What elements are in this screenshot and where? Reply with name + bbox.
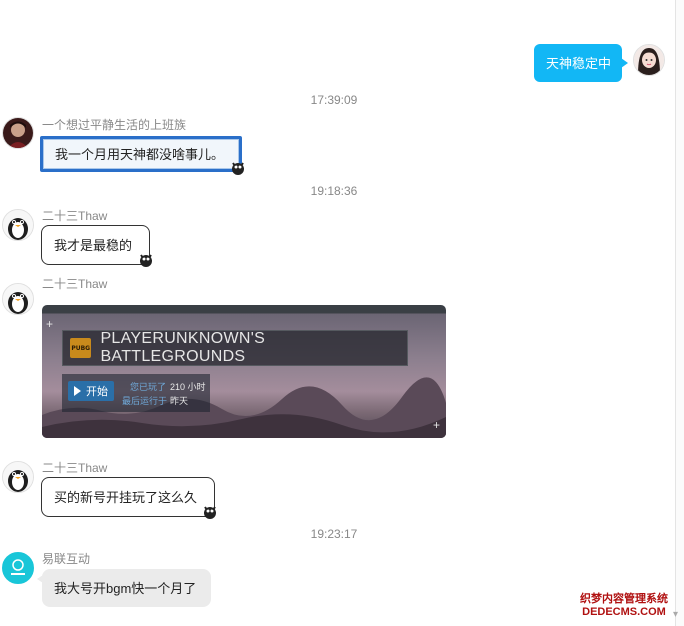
last-run-value: 昨天 (170, 396, 189, 406)
sender-avatar[interactable] (2, 283, 34, 315)
expand-icon[interactable]: + (46, 317, 53, 331)
play-button-label: 开始 (86, 386, 108, 398)
play-button[interactable]: 开始 (68, 381, 114, 401)
watermark-line2: DEDECMS.COM (582, 606, 666, 618)
timestamp: 19:18:36 (310, 184, 358, 198)
sender-nickname: 易联互动 (42, 552, 91, 566)
mascot-icon (138, 250, 154, 268)
penguin-avatar-image (3, 210, 33, 240)
self-avatar[interactable] (633, 44, 665, 76)
played-value: 210 小时 (170, 382, 206, 392)
penguin-avatar-image (3, 462, 33, 492)
brand-avatar-image (3, 553, 33, 583)
sender-avatar[interactable] (2, 117, 34, 149)
message-bubble: 我才是最稳的 (41, 225, 150, 265)
mascot-icon (230, 158, 246, 176)
message-text: 我大号开bgm快一个月了 (54, 580, 197, 596)
game-status-panel: 开始 您已玩了 210 小时 最后运行于 昨天 (62, 374, 210, 412)
game-card-image[interactable]: + + PUBG PLAYERUNKNOWN'S BATTLEGROUNDS 开… (42, 305, 446, 438)
message-bubble: 买的新号开挂玩了这么久 (41, 477, 215, 517)
sender-nickname: 二十三Thaw (42, 461, 108, 475)
sender-avatar[interactable] (2, 552, 34, 584)
sender-nickname: 一个想过平静生活的上班族 (42, 118, 187, 132)
message-bubble: 我大号开bgm快一个月了 (37, 569, 211, 607)
sender-avatar[interactable] (2, 461, 34, 493)
self-avatar-image (634, 45, 664, 75)
watermark: 织梦内容管理系统 DEDECMS.COM (574, 593, 674, 621)
pubg-logo: PUBG (70, 338, 92, 358)
message-bubble: 我一个月用天神都没啥事儿。 (40, 136, 242, 172)
message-text: 我一个月用天神都没啥事儿。 (55, 146, 225, 162)
timestamp: 19:23:17 (310, 527, 358, 541)
penguin-avatar-image (3, 284, 33, 314)
self-message-bubble: 天神稳定中 (534, 44, 628, 82)
play-icon (74, 386, 81, 396)
watermark-line1: 织梦内容管理系统 (580, 593, 668, 605)
expand-icon[interactable]: + (433, 418, 440, 432)
timestamp: 17:39:09 (310, 93, 358, 107)
sender-avatar-image (3, 118, 33, 148)
self-message-text: 天神稳定中 (546, 55, 612, 71)
message-text: 我才是最稳的 (54, 237, 133, 253)
game-title-box: PUBG PLAYERUNKNOWN'S BATTLEGROUNDS (62, 330, 408, 366)
chat-scrollbar[interactable] (675, 0, 684, 626)
message-text: 买的新号开挂玩了这么久 (54, 489, 198, 505)
played-label: 您已玩了 (130, 382, 167, 392)
sender-nickname: 二十三Thaw (42, 209, 108, 223)
sender-nickname: 二十三Thaw (42, 277, 108, 291)
game-title: PLAYERUNKNOWN'S BATTLEGROUNDS (100, 330, 266, 365)
sender-avatar[interactable] (2, 209, 34, 241)
last-run-label: 最后运行于 (122, 396, 168, 406)
mascot-icon (202, 502, 218, 520)
